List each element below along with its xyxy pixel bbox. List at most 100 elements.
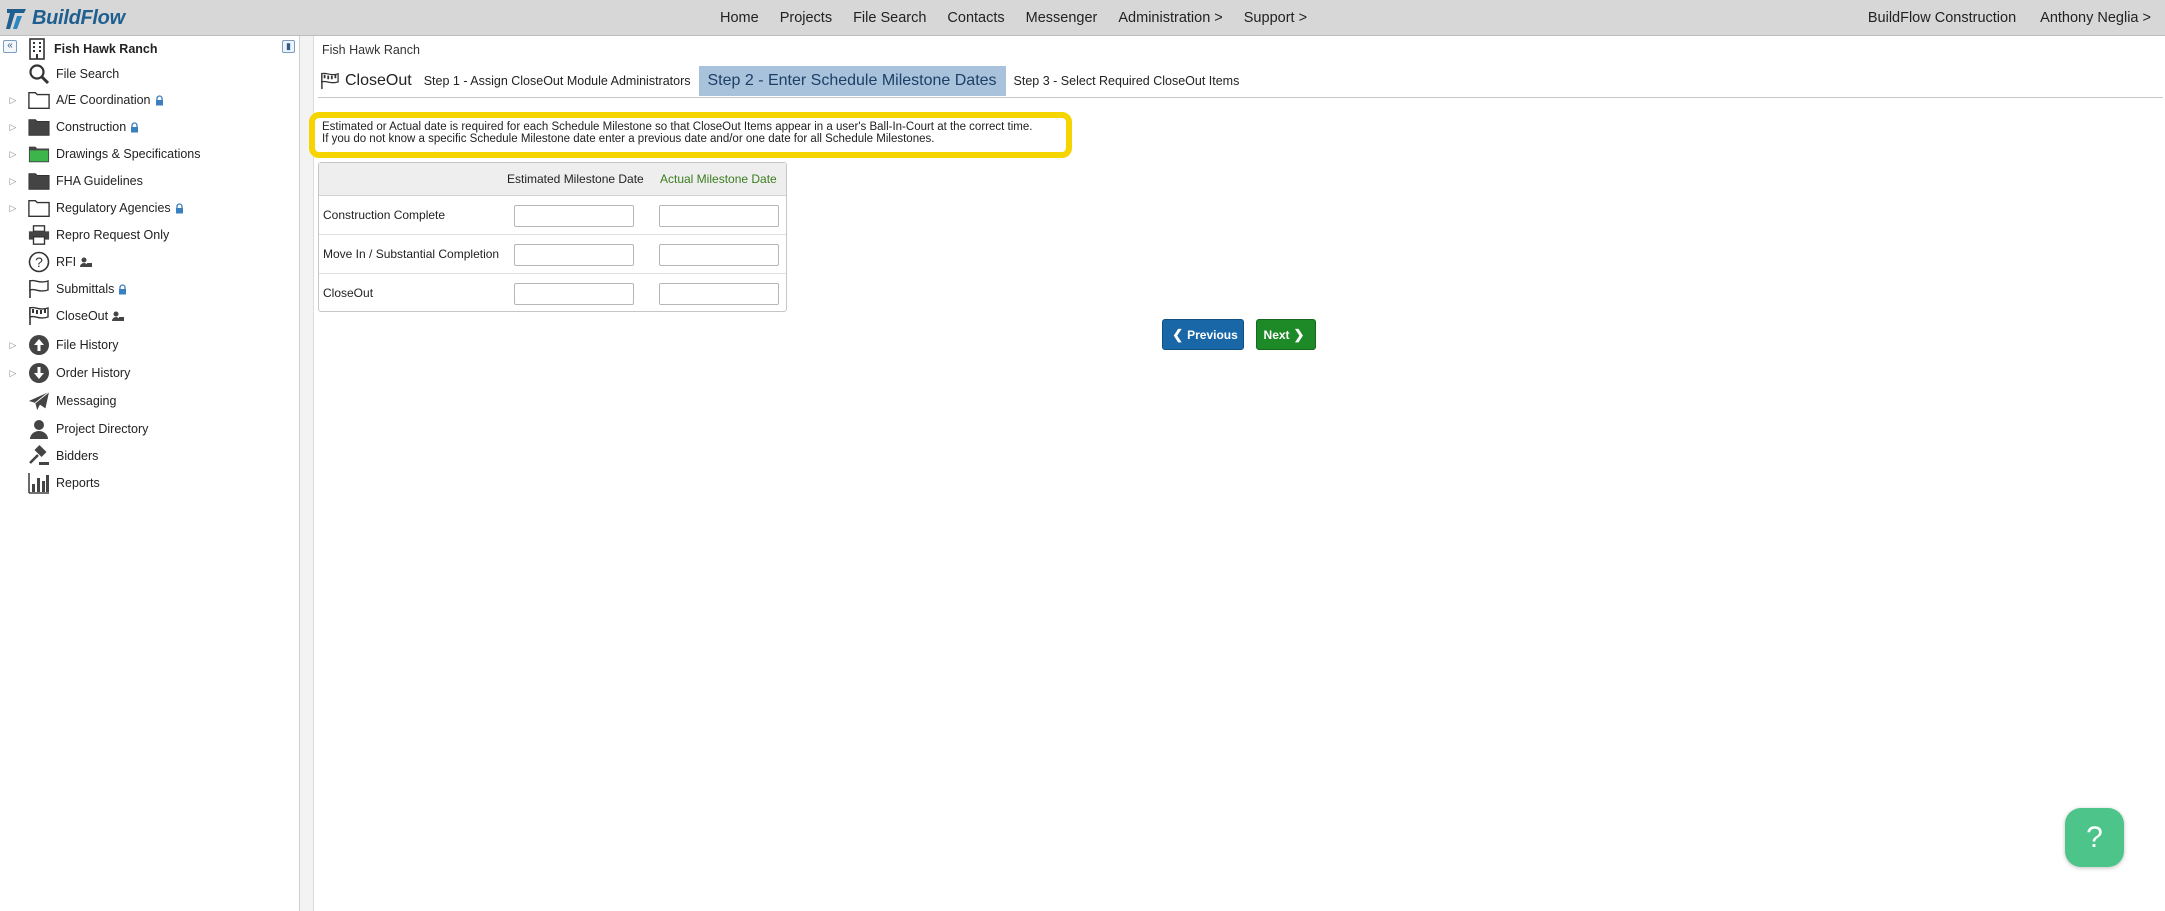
expand-arrow-icon[interactable]: ▷ — [8, 203, 18, 214]
bar-chart-icon — [28, 472, 50, 494]
nav-messenger[interactable]: Messenger — [1026, 10, 1098, 26]
sidebar-item-order-history[interactable]: ▷ Order History — [0, 361, 300, 385]
sidebar-item-fha-guidelines[interactable]: ▷ FHA Guidelines — [0, 169, 300, 193]
upload-circle-icon — [28, 334, 50, 356]
milestone-label: Construction Complete — [323, 208, 446, 222]
gavel-icon — [28, 445, 50, 467]
top-bar: BuildFlow Home Projects File Search Cont… — [0, 0, 2165, 36]
sidebar-item-construction[interactable]: ▷ Construction — [0, 115, 300, 139]
magnifier-icon — [28, 63, 50, 85]
sidebar-project-name: Fish Hawk Ranch — [54, 42, 158, 56]
step-1-tab[interactable]: Step 1 - Assign CloseOut Module Administ… — [424, 74, 691, 88]
lock-icon — [130, 121, 139, 133]
account-area: BuildFlow Construction Anthony Neglia > — [1844, 0, 2151, 36]
previous-button[interactable]: ❮ Previous — [1162, 319, 1244, 350]
checkered-flag-icon — [28, 305, 50, 327]
sidebar-resize-handle[interactable] — [300, 36, 314, 911]
sidebar-item-file-search[interactable]: ▸ File Search — [0, 62, 300, 86]
actual-date-input[interactable] — [659, 283, 779, 305]
folder-green-icon — [28, 143, 50, 165]
next-button[interactable]: Next ❯ — [1256, 319, 1316, 350]
table-row: Move In / Substantial Completion — [319, 235, 786, 274]
nav-file-search[interactable]: File Search — [853, 10, 926, 26]
sidebar-item-bidders[interactable]: ▸ Bidders — [0, 444, 300, 468]
lock-icon — [175, 202, 184, 214]
flag-icon — [28, 278, 50, 300]
nav-support[interactable]: Support > — [1244, 10, 1307, 26]
sidebar-item-reports[interactable]: ▸ Reports — [0, 471, 300, 495]
estimated-column-header: Estimated Milestone Date — [507, 172, 644, 186]
step-2-tab[interactable]: Step 2 - Enter Schedule Milestone Dates — [698, 65, 1006, 96]
svg-text:?: ? — [35, 254, 43, 270]
chevron-left-icon: ❮ — [1172, 326, 1184, 342]
sidebar-project[interactable]: ▸ Fish Hawk Ranch — [0, 37, 300, 61]
printer-icon — [28, 224, 50, 246]
estimated-date-input[interactable] — [514, 205, 634, 227]
user-lock-icon — [112, 311, 125, 322]
sidebar-item-closeout[interactable]: ▸ CloseOut — [0, 304, 300, 328]
buildflow-logo-icon — [6, 9, 26, 29]
help-question-icon: ? — [2086, 820, 2103, 854]
paper-plane-icon — [28, 390, 50, 412]
question-circle-icon: ? — [28, 251, 50, 273]
expand-arrow-icon[interactable]: ▷ — [8, 122, 18, 133]
nav-projects[interactable]: Projects — [780, 10, 832, 26]
folder-dark-icon — [28, 170, 50, 192]
module-title-text: CloseOut — [345, 71, 412, 89]
expand-arrow-icon[interactable]: ▷ — [8, 176, 18, 187]
milestone-notice: Estimated or Actual date is required for… — [309, 112, 1072, 158]
milestone-label: CloseOut — [323, 286, 374, 300]
sidebar-item-ae-coordination[interactable]: ▷ A/E Coordination — [0, 88, 300, 112]
sidebar-item-rfi[interactable]: ▸ ? RFI — [0, 250, 300, 274]
actual-column-header: Actual Milestone Date — [660, 172, 777, 186]
closeout-steps-bar: CloseOut Step 1 - Assign CloseOut Module… — [318, 64, 2163, 98]
module-title: CloseOut — [320, 72, 412, 90]
expand-arrow-icon[interactable]: ▷ — [8, 149, 18, 160]
notice-line-2: If you do not know a specific Schedule M… — [322, 133, 935, 145]
sidebar-item-file-history[interactable]: ▷ File History — [0, 333, 300, 357]
milestone-table: Estimated Milestone Date Actual Mileston… — [318, 162, 787, 312]
nav-administration[interactable]: Administration > — [1118, 10, 1222, 26]
milestone-table-header: Estimated Milestone Date Actual Mileston… — [319, 163, 786, 196]
milestone-label: Move In / Substantial Completion — [323, 247, 500, 261]
project-sidebar: « ▮ ▸ Fish Hawk Ranch ▸ File Search ▷ A/… — [0, 36, 300, 911]
lock-icon — [155, 94, 164, 106]
chevron-right-icon: ❯ — [1293, 326, 1305, 342]
folder-outline-icon — [28, 89, 50, 111]
company-name[interactable]: BuildFlow Construction — [1868, 10, 2016, 26]
table-row: CloseOut — [319, 274, 786, 313]
expand-arrow-icon[interactable]: ▷ — [8, 368, 18, 379]
estimated-date-input[interactable] — [514, 244, 634, 266]
actual-date-input[interactable] — [659, 205, 779, 227]
notice-line-1: Estimated or Actual date is required for… — [322, 121, 1033, 133]
actual-date-input[interactable] — [659, 244, 779, 266]
brand-logo[interactable]: BuildFlow — [4, 4, 125, 32]
sidebar-item-drawings-specifications[interactable]: ▷ Drawings & Specifications — [0, 142, 300, 166]
expand-arrow-icon[interactable]: ▷ — [8, 95, 18, 106]
download-circle-icon — [28, 362, 50, 384]
nav-home[interactable]: Home — [720, 10, 759, 26]
sidebar-item-messaging[interactable]: ▸ Messaging — [0, 389, 300, 413]
sidebar-item-submittals[interactable]: ▸ Submittals — [0, 277, 300, 301]
sidebar-item-repro-request[interactable]: ▸ Repro Request Only — [0, 223, 300, 247]
main-content: Fish Hawk Ranch CloseOut Step 1 - Assign… — [309, 36, 2165, 911]
expand-arrow-icon[interactable]: ▷ — [8, 340, 18, 351]
sidebar-item-project-directory[interactable]: ▸ Project Directory — [0, 417, 300, 441]
estimated-date-input[interactable] — [514, 283, 634, 305]
sidebar-item-regulatory-agencies[interactable]: ▷ Regulatory Agencies — [0, 196, 300, 220]
building-icon — [26, 38, 48, 60]
main-nav: Home Projects File Search Contacts Messe… — [720, 0, 1328, 36]
table-row: Construction Complete — [319, 196, 786, 235]
user-menu[interactable]: Anthony Neglia > — [2040, 10, 2151, 26]
checkered-flag-icon — [321, 72, 339, 89]
step-3-tab[interactable]: Step 3 - Select Required CloseOut Items — [1014, 74, 1240, 88]
lock-icon — [118, 283, 127, 295]
folder-outline-icon — [28, 197, 50, 219]
nav-contacts[interactable]: Contacts — [947, 10, 1004, 26]
brand-name: BuildFlow — [32, 6, 125, 29]
person-icon — [28, 418, 50, 440]
breadcrumb[interactable]: Fish Hawk Ranch — [322, 43, 420, 57]
folder-dark-icon — [28, 116, 50, 138]
help-button[interactable]: ? — [2065, 808, 2124, 867]
user-lock-icon — [80, 257, 93, 268]
